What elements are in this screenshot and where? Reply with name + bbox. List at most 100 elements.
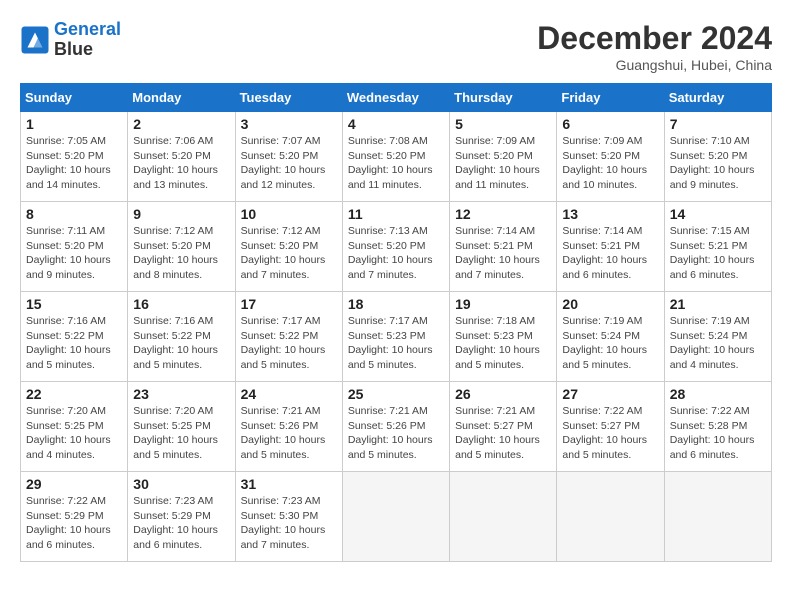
calendar-cell: 5 Sunrise: 7:09 AMSunset: 5:20 PMDaylight…	[450, 112, 557, 202]
day-info: Sunrise: 7:18 AMSunset: 5:23 PMDaylight:…	[455, 314, 551, 373]
calendar-cell: 23 Sunrise: 7:20 AMSunset: 5:25 PMDayligh…	[128, 382, 235, 472]
day-number: 25	[348, 386, 444, 402]
day-number: 21	[670, 296, 766, 312]
column-header-wednesday: Wednesday	[342, 84, 449, 112]
logo-text: General Blue	[54, 20, 121, 60]
title-block: December 2024 Guangshui, Hubei, China	[537, 20, 772, 73]
page-header: General Blue December 2024 Guangshui, Hu…	[20, 20, 772, 73]
column-header-thursday: Thursday	[450, 84, 557, 112]
day-number: 10	[241, 206, 337, 222]
calendar-cell: 27Sunrise: 7:22 AMSunset: 5:27 PMDayligh…	[557, 382, 664, 472]
day-number: 2	[133, 116, 229, 132]
day-number: 26	[455, 386, 551, 402]
day-number: 31	[241, 476, 337, 492]
calendar-cell: 14 Sunrise: 7:15 AMSunset: 5:21 PMDayligh…	[664, 202, 771, 292]
day-number: 20	[562, 296, 658, 312]
calendar-cell: 30 Sunrise: 7:23 AMSunset: 5:29 PMDayligh…	[128, 472, 235, 562]
calendar-cell: 10 Sunrise: 7:12 AMSunset: 5:20 PMDayligh…	[235, 202, 342, 292]
column-header-monday: Monday	[128, 84, 235, 112]
day-number: 14	[670, 206, 766, 222]
location: Guangshui, Hubei, China	[537, 57, 772, 73]
day-number: 30	[133, 476, 229, 492]
week-row-3: 15Sunrise: 7:16 AMSunset: 5:22 PMDayligh…	[21, 292, 772, 382]
calendar-cell: 8Sunrise: 7:11 AMSunset: 5:20 PMDaylight…	[21, 202, 128, 292]
week-row-4: 22Sunrise: 7:20 AMSunset: 5:25 PMDayligh…	[21, 382, 772, 472]
day-info: Sunrise: 7:20 AMSunset: 5:25 PMDaylight:…	[26, 404, 122, 463]
day-number: 27	[562, 386, 658, 402]
day-number: 1	[26, 116, 122, 132]
month-title: December 2024	[537, 20, 772, 57]
day-number: 9	[133, 206, 229, 222]
day-info: Sunrise: 7:12 AMSunset: 5:20 PMDaylight:…	[241, 224, 337, 283]
day-number: 18	[348, 296, 444, 312]
day-info: Sunrise: 7:10 AMSunset: 5:20 PMDaylight:…	[670, 134, 766, 193]
calendar-cell: 11 Sunrise: 7:13 AMSunset: 5:20 PMDayligh…	[342, 202, 449, 292]
day-info: Sunrise: 7:20 AMSunset: 5:25 PMDaylight:…	[133, 404, 229, 463]
calendar-cell: 1 Sunrise: 7:05 AMSunset: 5:20 PMDaylight…	[21, 112, 128, 202]
day-number: 12	[455, 206, 551, 222]
day-info: Sunrise: 7:23 AMSunset: 5:29 PMDaylight:…	[133, 494, 229, 553]
day-number: 4	[348, 116, 444, 132]
calendar-header-row: SundayMondayTuesdayWednesdayThursdayFrid…	[21, 84, 772, 112]
day-info: Sunrise: 7:08 AMSunset: 5:20 PMDaylight:…	[348, 134, 444, 193]
calendar-cell	[557, 472, 664, 562]
calendar-cell: 13Sunrise: 7:14 AMSunset: 5:21 PMDayligh…	[557, 202, 664, 292]
day-info: Sunrise: 7:11 AMSunset: 5:20 PMDaylight:…	[26, 224, 122, 283]
day-number: 29	[26, 476, 122, 492]
column-header-saturday: Saturday	[664, 84, 771, 112]
logo: General Blue	[20, 20, 121, 60]
day-info: Sunrise: 7:21 AMSunset: 5:27 PMDaylight:…	[455, 404, 551, 463]
calendar-cell: 2Sunrise: 7:06 AMSunset: 5:20 PMDaylight…	[128, 112, 235, 202]
day-info: Sunrise: 7:07 AMSunset: 5:20 PMDaylight:…	[241, 134, 337, 193]
day-info: Sunrise: 7:12 AMSunset: 5:20 PMDaylight:…	[133, 224, 229, 283]
week-row-5: 29 Sunrise: 7:22 AMSunset: 5:29 PMDayligh…	[21, 472, 772, 562]
day-info: Sunrise: 7:15 AMSunset: 5:21 PMDaylight:…	[670, 224, 766, 283]
day-info: Sunrise: 7:16 AMSunset: 5:22 PMDaylight:…	[26, 314, 122, 373]
calendar-cell: 29 Sunrise: 7:22 AMSunset: 5:29 PMDayligh…	[21, 472, 128, 562]
calendar-cell: 25 Sunrise: 7:21 AMSunset: 5:26 PMDayligh…	[342, 382, 449, 472]
calendar-cell: 31 Sunrise: 7:23 AMSunset: 5:30 PMDayligh…	[235, 472, 342, 562]
day-number: 5	[455, 116, 551, 132]
day-number: 16	[133, 296, 229, 312]
day-info: Sunrise: 7:22 AMSunset: 5:29 PMDaylight:…	[26, 494, 122, 553]
calendar-cell: 12Sunrise: 7:14 AMSunset: 5:21 PMDayligh…	[450, 202, 557, 292]
calendar-cell	[342, 472, 449, 562]
day-number: 28	[670, 386, 766, 402]
calendar-cell: 17 Sunrise: 7:17 AMSunset: 5:22 PMDayligh…	[235, 292, 342, 382]
calendar-cell: 16Sunrise: 7:16 AMSunset: 5:22 PMDayligh…	[128, 292, 235, 382]
calendar-cell: 7 Sunrise: 7:10 AMSunset: 5:20 PMDaylight…	[664, 112, 771, 202]
day-number: 13	[562, 206, 658, 222]
day-info: Sunrise: 7:13 AMSunset: 5:20 PMDaylight:…	[348, 224, 444, 283]
day-info: Sunrise: 7:09 AMSunset: 5:20 PMDaylight:…	[455, 134, 551, 193]
day-info: Sunrise: 7:23 AMSunset: 5:30 PMDaylight:…	[241, 494, 337, 553]
calendar-cell: 18Sunrise: 7:17 AMSunset: 5:23 PMDayligh…	[342, 292, 449, 382]
day-number: 7	[670, 116, 766, 132]
day-number: 19	[455, 296, 551, 312]
calendar-cell: 15Sunrise: 7:16 AMSunset: 5:22 PMDayligh…	[21, 292, 128, 382]
logo-icon	[20, 25, 50, 55]
day-number: 3	[241, 116, 337, 132]
calendar-table: SundayMondayTuesdayWednesdayThursdayFrid…	[20, 83, 772, 562]
column-header-sunday: Sunday	[21, 84, 128, 112]
day-info: Sunrise: 7:19 AMSunset: 5:24 PMDaylight:…	[562, 314, 658, 373]
week-row-2: 8Sunrise: 7:11 AMSunset: 5:20 PMDaylight…	[21, 202, 772, 292]
calendar-cell: 20 Sunrise: 7:19 AMSunset: 5:24 PMDayligh…	[557, 292, 664, 382]
day-info: Sunrise: 7:05 AMSunset: 5:20 PMDaylight:…	[26, 134, 122, 193]
day-number: 11	[348, 206, 444, 222]
calendar-cell	[450, 472, 557, 562]
day-info: Sunrise: 7:22 AMSunset: 5:28 PMDaylight:…	[670, 404, 766, 463]
calendar-cell: 24Sunrise: 7:21 AMSunset: 5:26 PMDayligh…	[235, 382, 342, 472]
week-row-1: 1 Sunrise: 7:05 AMSunset: 5:20 PMDaylight…	[21, 112, 772, 202]
calendar-cell: 9 Sunrise: 7:12 AMSunset: 5:20 PMDaylight…	[128, 202, 235, 292]
day-number: 17	[241, 296, 337, 312]
day-info: Sunrise: 7:17 AMSunset: 5:22 PMDaylight:…	[241, 314, 337, 373]
day-info: Sunrise: 7:21 AMSunset: 5:26 PMDaylight:…	[348, 404, 444, 463]
calendar-cell: 21 Sunrise: 7:19 AMSunset: 5:24 PMDayligh…	[664, 292, 771, 382]
column-header-friday: Friday	[557, 84, 664, 112]
day-info: Sunrise: 7:19 AMSunset: 5:24 PMDaylight:…	[670, 314, 766, 373]
calendar-cell: 22Sunrise: 7:20 AMSunset: 5:25 PMDayligh…	[21, 382, 128, 472]
calendar-cell: 6Sunrise: 7:09 AMSunset: 5:20 PMDaylight…	[557, 112, 664, 202]
calendar-cell: 28 Sunrise: 7:22 AMSunset: 5:28 PMDayligh…	[664, 382, 771, 472]
day-number: 23	[133, 386, 229, 402]
calendar-cell: 4 Sunrise: 7:08 AMSunset: 5:20 PMDaylight…	[342, 112, 449, 202]
